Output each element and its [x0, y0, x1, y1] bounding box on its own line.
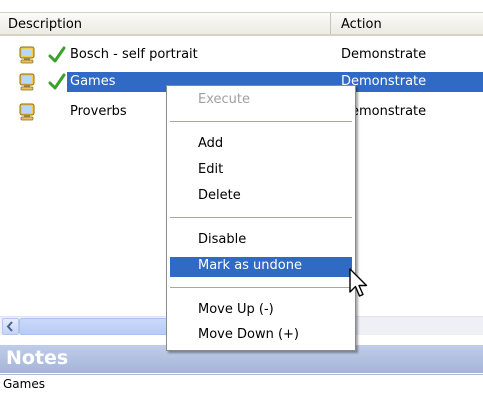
- menu-item-move-down-label: Move Down (+): [198, 327, 299, 342]
- column-header-description-label: Description: [8, 17, 83, 32]
- context-menu: Execute Add Edit Delete Disable Mark as …: [166, 85, 356, 351]
- column-header-action[interactable]: Action: [331, 13, 483, 34]
- computer-icon: [19, 103, 35, 121]
- column-header-description[interactable]: Description: [0, 13, 331, 34]
- checkmark-icon: [48, 46, 66, 63]
- menu-item-execute: Execute: [170, 91, 352, 111]
- menu-item-edit[interactable]: Edit: [170, 161, 352, 181]
- arrow-left-icon: [6, 321, 13, 332]
- notes-body[interactable]: Games: [0, 374, 483, 395]
- menu-item-add-label: Add: [198, 136, 224, 151]
- list-item[interactable]: Bosch - self portrait Demonstrate: [0, 45, 483, 65]
- menu-separator: [170, 217, 352, 218]
- menu-item-move-down[interactable]: Move Down (+): [170, 326, 352, 346]
- menu-item-delete[interactable]: Delete: [170, 187, 352, 207]
- row-description: Bosch - self portrait: [70, 47, 198, 62]
- menu-item-mark-as-undone-label: Mark as undone: [198, 258, 302, 273]
- menu-separator: [170, 121, 352, 122]
- computer-icon: [19, 46, 35, 64]
- menu-item-move-up-label: Move Up (-): [198, 302, 274, 317]
- menu-item-add[interactable]: Add: [170, 135, 352, 155]
- row-action: Demonstrate: [341, 47, 427, 62]
- column-header-action-label: Action: [341, 17, 382, 32]
- mouse-cursor-icon: [349, 268, 368, 297]
- menu-item-mark-as-undone[interactable]: Mark as undone: [170, 257, 352, 277]
- menu-item-edit-label: Edit: [198, 162, 224, 177]
- computer-icon: [19, 73, 35, 91]
- menu-item-execute-label: Execute: [198, 92, 250, 107]
- row-description: Games: [70, 74, 116, 89]
- list-header: Description Action: [0, 12, 483, 36]
- menu-separator: [170, 287, 352, 288]
- checkmark-icon: [48, 73, 66, 90]
- row-description: Proverbs: [70, 104, 127, 119]
- notes-title: Notes: [6, 347, 69, 369]
- menu-item-disable[interactable]: Disable: [170, 231, 352, 251]
- scroll-thumb[interactable]: [19, 318, 171, 335]
- menu-item-disable-label: Disable: [198, 232, 247, 247]
- menu-item-delete-label: Delete: [198, 188, 241, 203]
- notes-text: Games: [3, 377, 45, 391]
- menu-item-move-up[interactable]: Move Up (-): [170, 301, 352, 321]
- scroll-left-button[interactable]: [2, 318, 19, 335]
